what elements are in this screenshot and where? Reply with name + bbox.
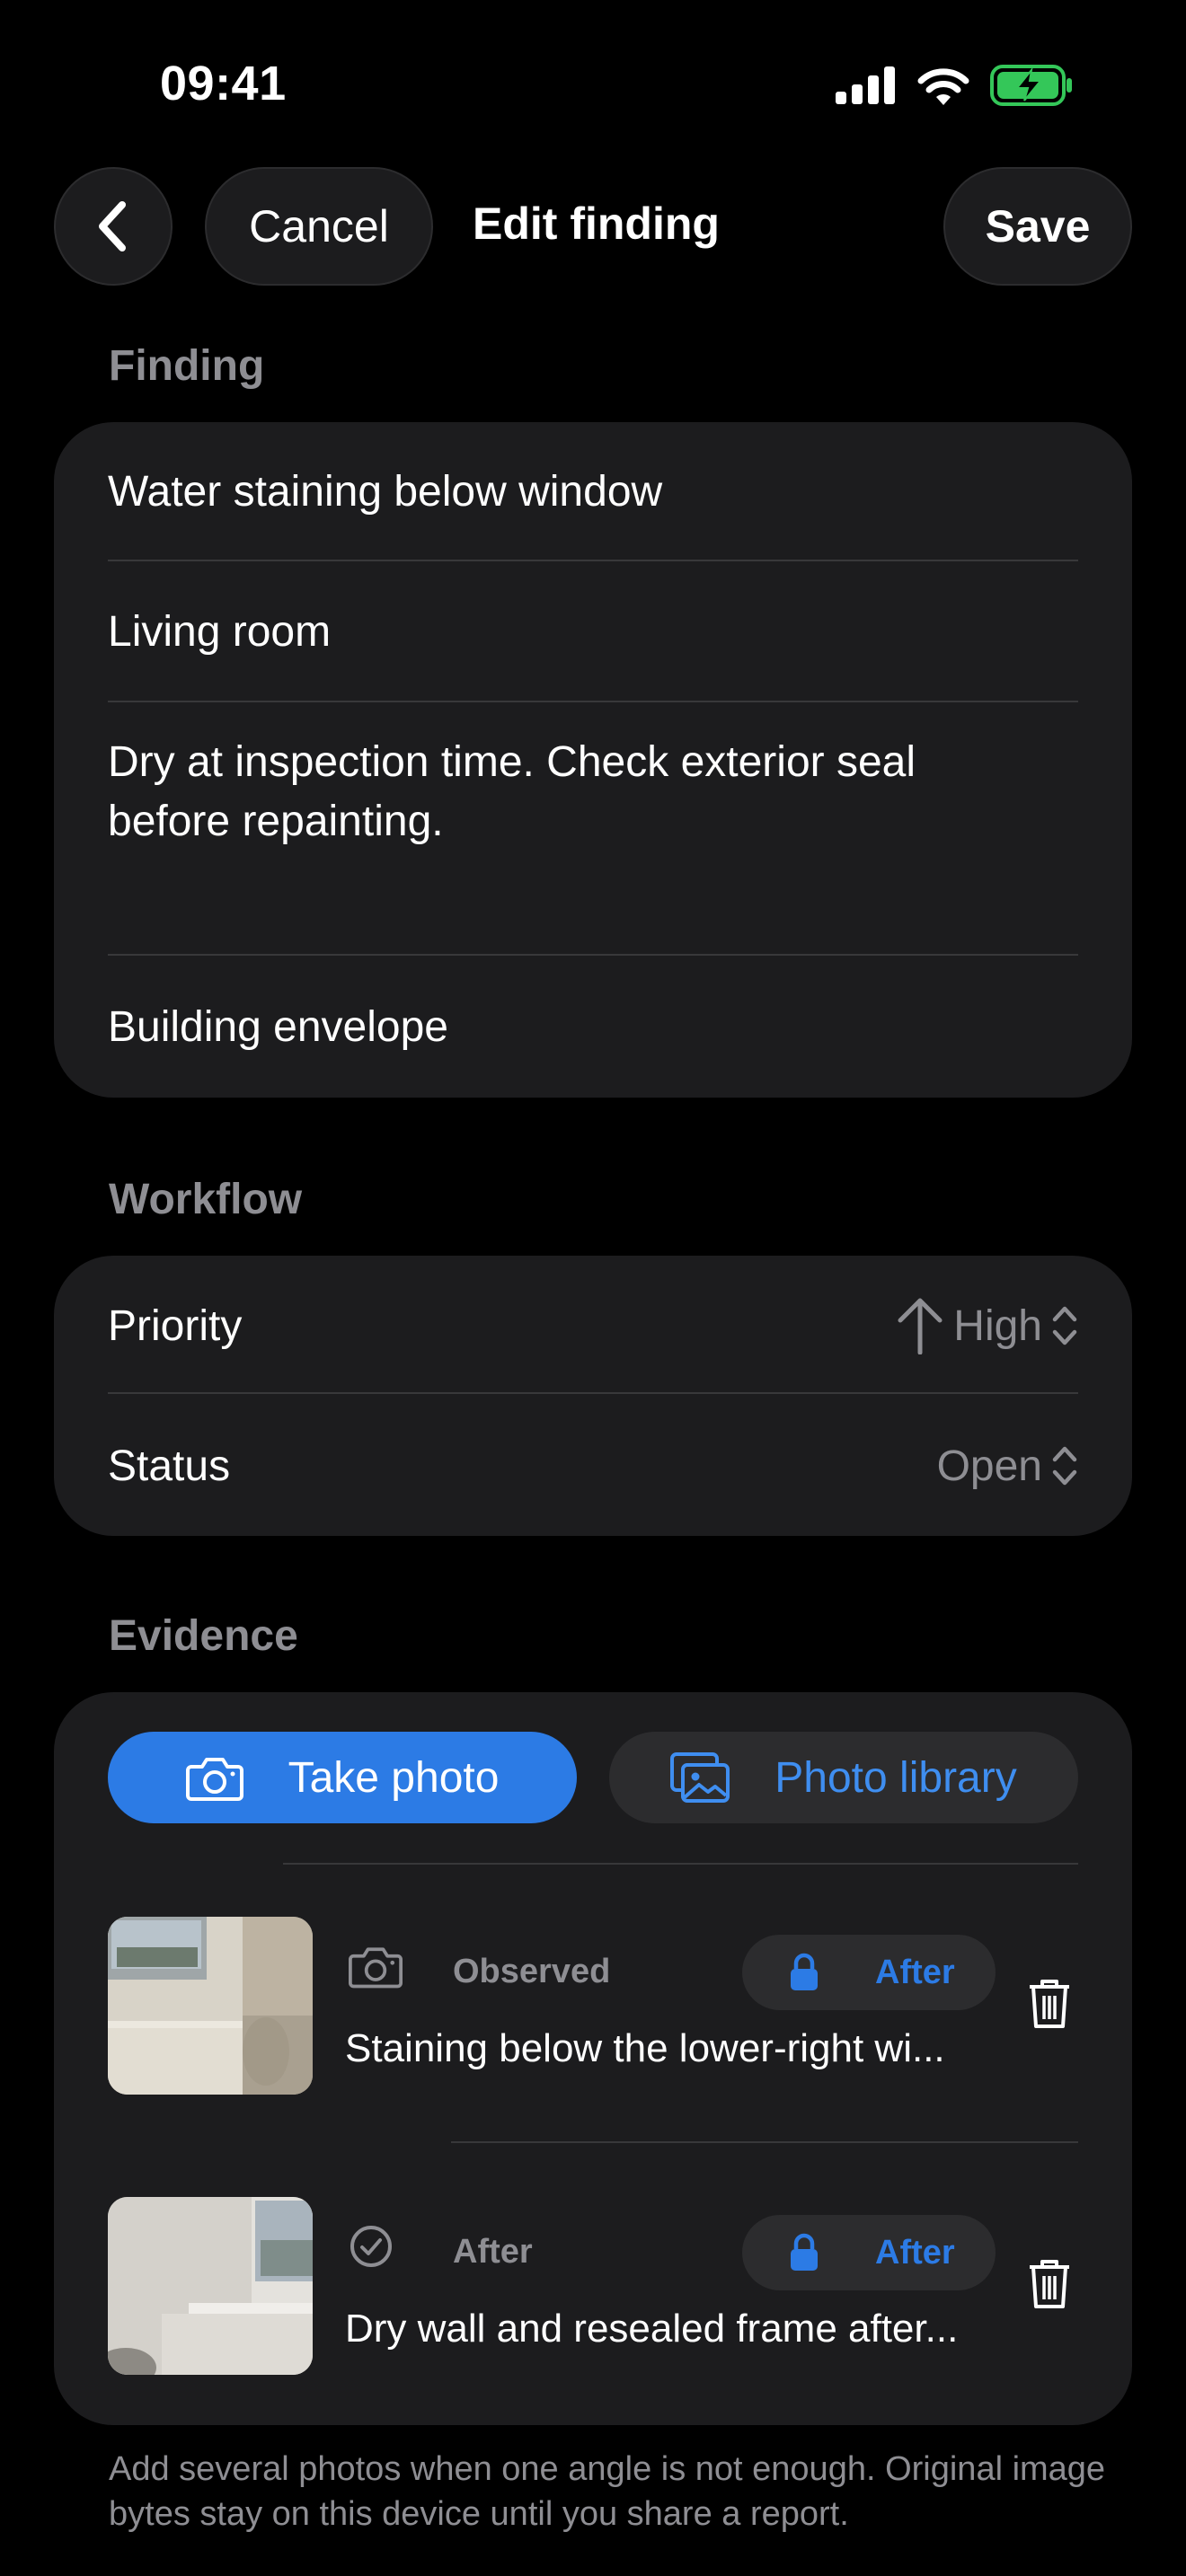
status-value: Open — [936, 1442, 1042, 1490]
checkmark-circle-icon — [349, 2224, 394, 2273]
photo-library-icon — [670, 1752, 730, 1803]
photo-caption: Dry wall and resealed frame after... — [345, 2307, 959, 2351]
lock-icon — [791, 2233, 818, 2271]
photo-item[interactable]: After After Dry wall and resealed frame … — [108, 2197, 1078, 2377]
priority-value: High — [953, 1301, 1042, 1350]
category-value: Building envelope — [108, 1002, 448, 1051]
evidence-card: Take photo Photo library Observed After … — [54, 1692, 1132, 2425]
photo-kind-label: Observed — [453, 1953, 611, 1990]
photo-thumbnail-image — [108, 2197, 313, 2375]
category-field[interactable]: Building envelope — [108, 993, 1078, 1060]
finding-title-value: Water staining below window — [108, 467, 663, 516]
status-row[interactable]: Status Open — [108, 1430, 1078, 1502]
notes-value: Dry at inspection time. Check exterior s… — [108, 738, 916, 845]
status-picker[interactable]: Open — [937, 1442, 1078, 1491]
battery-charging-icon — [990, 65, 1072, 106]
photo-kind-label: After — [453, 2233, 533, 2271]
finding-card: Water staining below window Living room … — [54, 422, 1132, 1098]
divider — [108, 701, 1078, 702]
take-photo-button[interactable]: Take photo — [108, 1732, 577, 1823]
photo-library-label: Photo library — [774, 1753, 1017, 1802]
chevron-left-icon — [99, 201, 126, 251]
divider — [108, 1392, 1078, 1394]
lock-pill-label: After — [875, 2233, 955, 2272]
evidence-section-header: Evidence — [109, 1612, 298, 1660]
notes-field[interactable]: Dry at inspection time. Check exterior s… — [108, 733, 1078, 868]
chevron-up-down-icon — [1052, 1446, 1077, 1486]
wifi-icon — [917, 68, 969, 105]
workflow-card: Priority High Status Open — [54, 1256, 1132, 1536]
status-time: 09:41 — [160, 57, 287, 110]
save-button[interactable]: Save — [943, 167, 1132, 286]
priority-row[interactable]: Priority High — [108, 1290, 1078, 1362]
cellular-signal-icon — [836, 66, 895, 104]
divider — [451, 2141, 1078, 2143]
camera-icon — [185, 1758, 243, 1801]
divider — [108, 954, 1078, 956]
cancel-button[interactable]: Cancel — [205, 167, 433, 286]
status-label: Status — [108, 1442, 231, 1490]
footer-note: Add several photos when one angle is not… — [109, 2450, 1106, 2533]
lock-toggle[interactable]: After — [742, 1935, 996, 2010]
workflow-section-header: Workflow — [109, 1176, 303, 1223]
photo-caption: Staining below the lower-right wi... — [345, 2026, 945, 2070]
location-field[interactable]: Living room — [108, 598, 1078, 665]
page-title: Edit finding — [473, 198, 720, 249]
back-button[interactable] — [54, 167, 173, 286]
status-icons — [836, 65, 1075, 106]
photo-item[interactable]: Observed After Staining below the lower-… — [108, 1917, 1078, 2096]
photo-library-button[interactable]: Photo library — [609, 1732, 1078, 1823]
photo-thumbnail[interactable] — [108, 2197, 313, 2375]
location-value: Living room — [108, 607, 332, 656]
lock-toggle[interactable]: After — [742, 2215, 996, 2290]
camera-icon — [349, 1944, 403, 1993]
finding-section-header: Finding — [109, 342, 265, 390]
priority-label: Priority — [108, 1301, 243, 1350]
lock-icon — [791, 1953, 818, 1990]
photo-thumbnail-image — [108, 1917, 313, 2095]
finding-title-field[interactable]: Water staining below window — [108, 458, 1078, 525]
lock-pill-label: After — [875, 1953, 955, 1991]
divider — [108, 560, 1078, 561]
trash-icon[interactable] — [1028, 2258, 1071, 2315]
divider — [283, 1863, 1078, 1865]
priority-picker[interactable]: High — [896, 1297, 1078, 1354]
chevron-up-down-icon — [1052, 1306, 1077, 1345]
arrow-up-icon — [898, 1298, 943, 1354]
trash-icon[interactable] — [1028, 1978, 1071, 2034]
take-photo-label: Take photo — [288, 1753, 500, 1802]
photo-thumbnail[interactable] — [108, 1917, 313, 2095]
